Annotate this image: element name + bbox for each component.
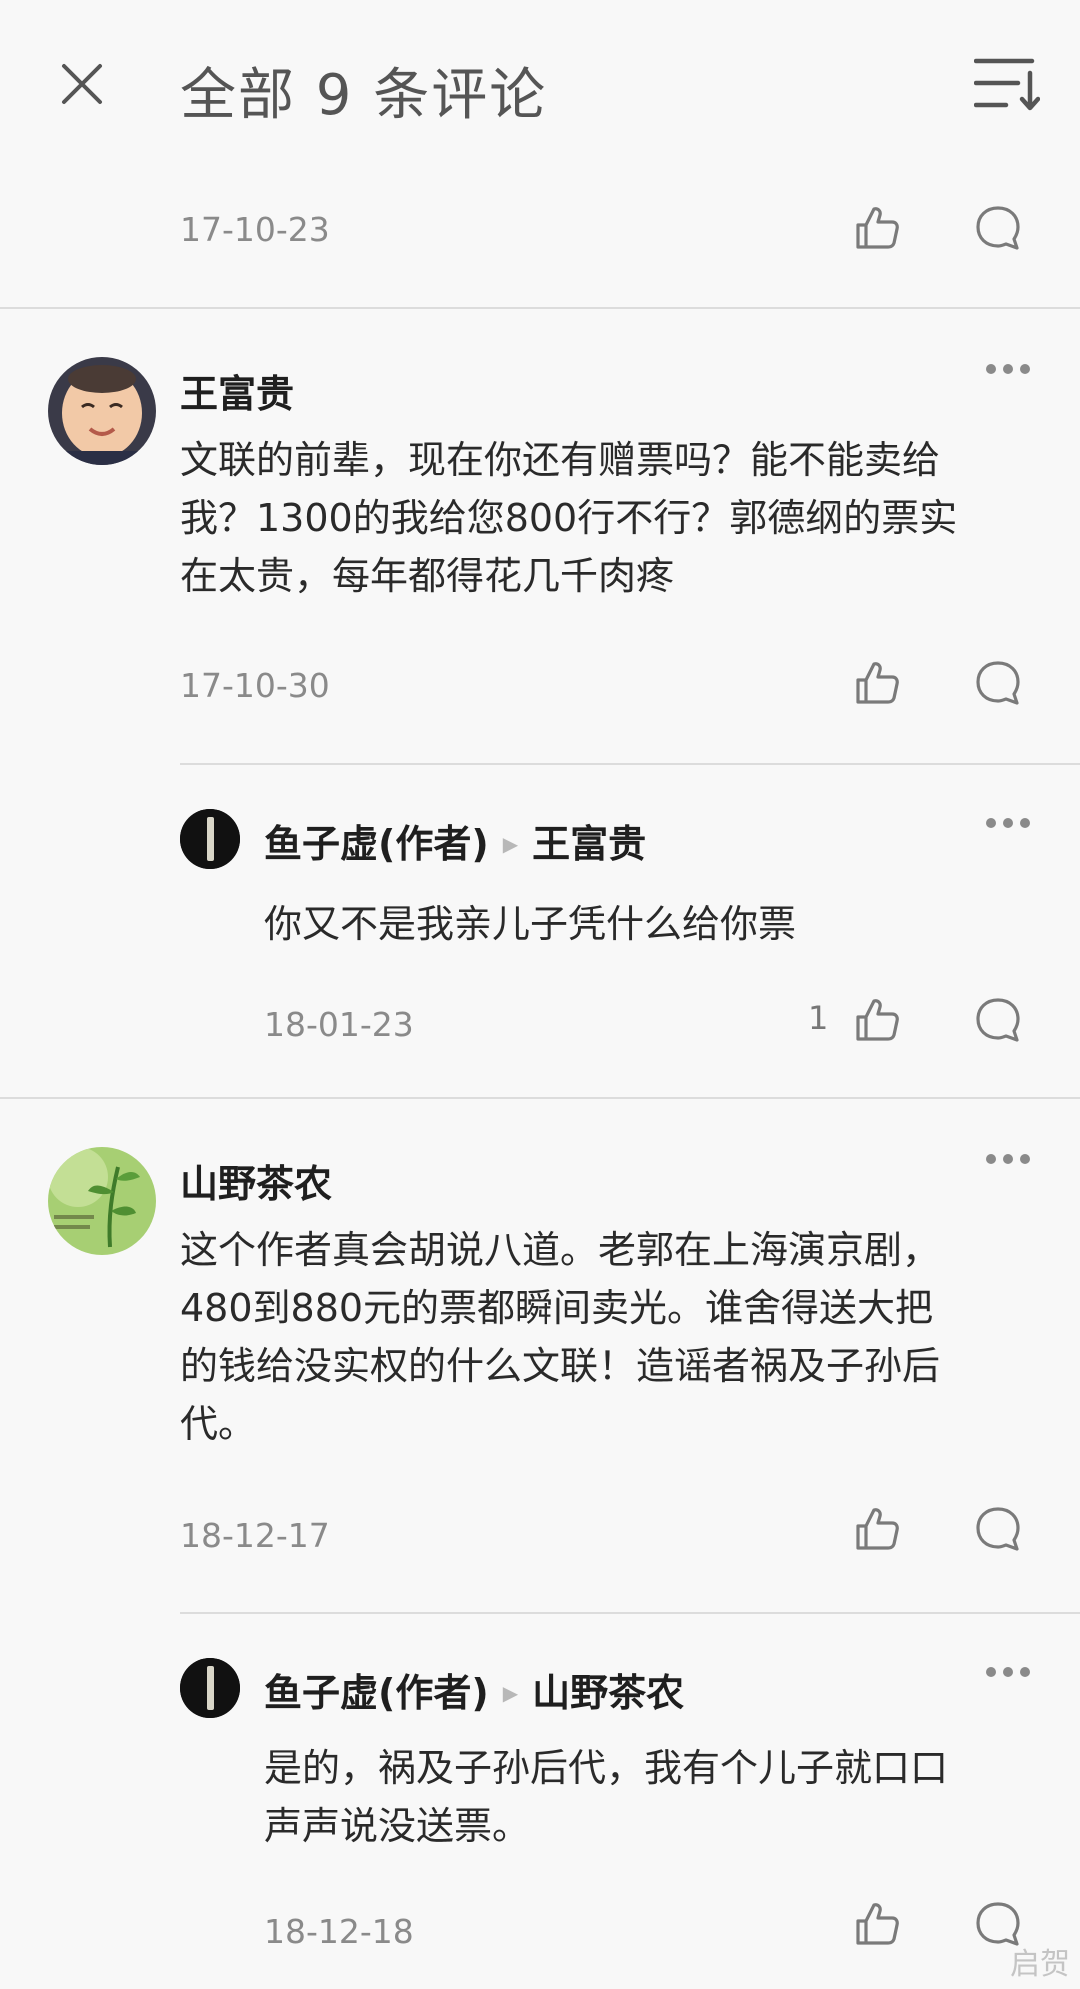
reply-header: 鱼子虚(作者) ▶ 山野茶农 [264,1662,684,1717]
comment-text-line: 声声说没送票。 [264,1804,531,1848]
more-dots-icon[interactable] [984,362,1032,376]
comment-date: 17-10-30 [180,666,330,705]
reply-username[interactable]: 鱼子虚(作者) [264,1671,489,1715]
speech-bubble-icon[interactable] [973,658,1023,708]
more-dots-icon[interactable] [984,1665,1032,1679]
comment-text: 是的，祸及子孙后代，我有个儿子就口口 声声说没送票。 [264,1739,1054,1855]
comment-text: 你又不是我亲儿子凭什么给你票 [264,895,1054,953]
comment-thread: 王富贵 文联的前辈，现在你还有赠票吗？能不能卖给 我？1300的我给您800行不… [0,309,1080,1097]
reply-username[interactable]: 鱼子虚(作者) [264,822,489,866]
comment-text-line: 我？1300的我给您800行不行？郭德纲的票实 [180,496,958,540]
more-dots-icon[interactable] [984,816,1032,830]
comment-date: 18-12-18 [264,1912,414,1951]
more-dots-icon[interactable] [984,1152,1032,1166]
comment-text-line: 是的，祸及子孙后代，我有个儿子就口口 [264,1746,949,1790]
comment-text-line: 文联的前辈，现在你还有赠票吗？能不能卖给 [180,438,941,482]
baby-face-avatar-image [48,357,156,465]
speech-bubble-icon[interactable] [973,203,1023,253]
reply-target-username[interactable]: 山野茶农 [532,1671,684,1715]
comment-text: 这个作者真会胡说八道。老郭在上海演京剧， 480到880元的票都瞬间卖光。谁舍得… [180,1221,1050,1453]
avatar[interactable] [48,357,156,465]
speech-bubble-icon[interactable] [973,995,1023,1045]
comment-text-line: 代。 [180,1402,257,1446]
thumbs-up-icon[interactable] [852,1504,902,1554]
thumbs-up-icon[interactable] [852,995,902,1045]
avatar[interactable] [180,1658,240,1718]
top-bar: 全部 9 条评论 [0,0,1080,150]
comment-date: 17-10-23 [180,210,330,249]
avatar[interactable] [180,809,240,869]
page-title: 全部 9 条评论 [180,63,548,128]
reply-arrow-icon: ▶ [502,1681,519,1705]
comment-item: 17-10-23 [0,150,1080,307]
comment-text-line: 这个作者真会胡说八道。老郭在上海演京剧， [180,1228,941,1272]
comment-date: 18-01-23 [264,1005,414,1044]
author-avatar-image [180,809,240,869]
comment-text-line: 在太贵，每年都得花几千肉疼 [180,554,675,598]
close-icon[interactable] [60,62,104,106]
plant-avatar-image [48,1147,156,1255]
reply-arrow-icon: ▶ [502,832,519,856]
sort-icon[interactable] [974,55,1040,111]
comment-date: 18-12-17 [180,1516,330,1555]
comment-text: 文联的前辈，现在你还有赠票吗？能不能卖给 我？1300的我给您800行不行？郭德… [180,431,1050,605]
avatar[interactable] [48,1147,156,1255]
comment-username[interactable]: 王富贵 [180,363,294,418]
comment-text-line: 的钱给没实权的什么文联！造谣者祸及子孙后 [180,1344,941,1388]
divider [180,1612,1080,1614]
speech-bubble-icon[interactable] [973,1504,1023,1554]
watermark-text: 启贺 [1010,1947,1070,1982]
reply-target-username[interactable]: 王富贵 [532,822,646,866]
comment-text-line: 480到880元的票都瞬间卖光。谁舍得送大把 [180,1286,934,1330]
thumbs-up-icon[interactable] [852,658,902,708]
like-count: 1 [808,999,829,1037]
thumbs-up-icon[interactable] [852,203,902,253]
author-avatar-image [180,1658,240,1718]
comment-thread: 山野茶农 这个作者真会胡说八道。老郭在上海演京剧， 480到880元的票都瞬间卖… [0,1099,1080,1989]
thumbs-up-icon[interactable] [852,1899,902,1949]
comment-text-line: 你又不是我亲儿子凭什么给你票 [264,902,797,946]
comment-username[interactable]: 山野茶农 [180,1153,332,1208]
reply-header: 鱼子虚(作者) ▶ 王富贵 [264,813,646,868]
divider [180,763,1080,765]
